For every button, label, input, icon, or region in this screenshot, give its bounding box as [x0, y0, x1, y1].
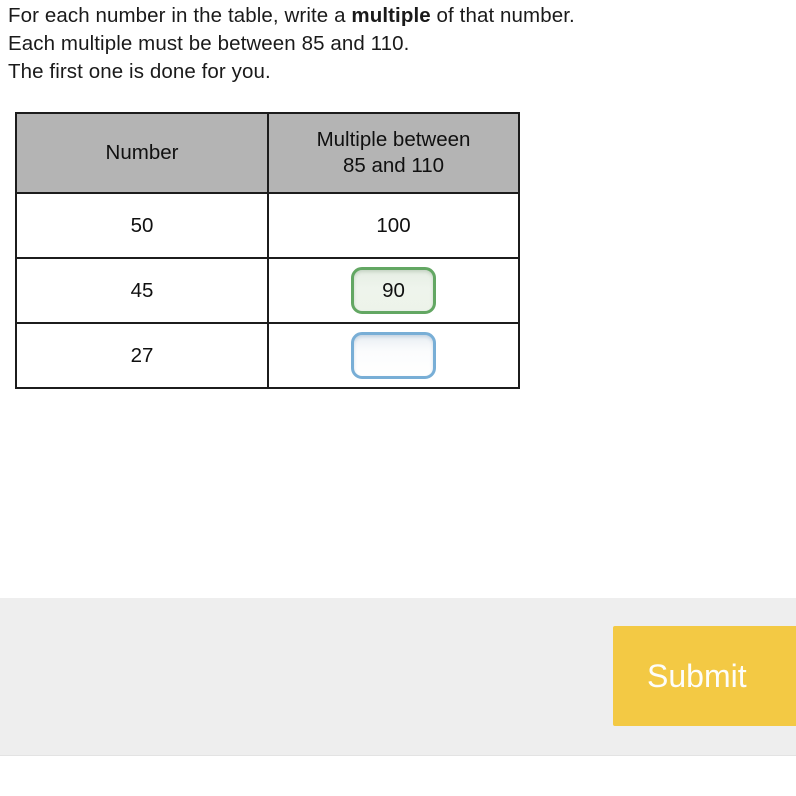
table-row: 50 100 [15, 192, 520, 259]
answer-input-45[interactable]: 90 [351, 267, 436, 314]
table-row: 27 [15, 322, 520, 389]
row-number-value: 27 [130, 343, 154, 367]
row-number-cell: 45 [15, 257, 269, 324]
question-line-2: Each multiple must be between 85 and 110… [8, 32, 410, 55]
row-multiple-cell: 90 [267, 257, 520, 324]
question-line-1-after: of that number. [430, 4, 575, 27]
row-number-value: 45 [130, 278, 154, 302]
question-line-1: For each number in the table, write a mu… [8, 2, 788, 30]
multiples-table: Number Multiple between 85 and 110 50 10… [15, 112, 520, 389]
column-header-number-label: Number [105, 141, 179, 164]
row-number-cell: 27 [15, 322, 269, 389]
row-multiple-value: 100 [376, 213, 411, 237]
question-line-3: The first one is done for you. [8, 60, 271, 83]
answer-input-27[interactable] [351, 332, 436, 379]
column-header-number: Number [15, 112, 269, 194]
column-header-multiple-line-2: 85 and 110 [342, 154, 445, 177]
question-line-1-before: For each number in the table, write a [8, 4, 352, 27]
table-header: Number Multiple between 85 and 110 [15, 112, 520, 194]
row-multiple-cell: 100 [267, 192, 520, 259]
column-header-multiple-line-1: Multiple between [316, 128, 471, 151]
submit-button[interactable]: Submit [613, 626, 796, 726]
row-number-value: 50 [130, 213, 154, 237]
question-prompt: For each number in the table, write a mu… [8, 2, 788, 86]
table-body: 50 100 45 90 27 [15, 192, 520, 389]
table-row: 45 90 [15, 257, 520, 324]
column-header-multiple: Multiple between 85 and 110 [267, 112, 520, 194]
row-multiple-cell [267, 322, 520, 389]
table-header-row: Number Multiple between 85 and 110 [15, 112, 520, 194]
question-keyword-multiple: multiple [351, 4, 431, 27]
row-number-cell: 50 [15, 192, 269, 259]
